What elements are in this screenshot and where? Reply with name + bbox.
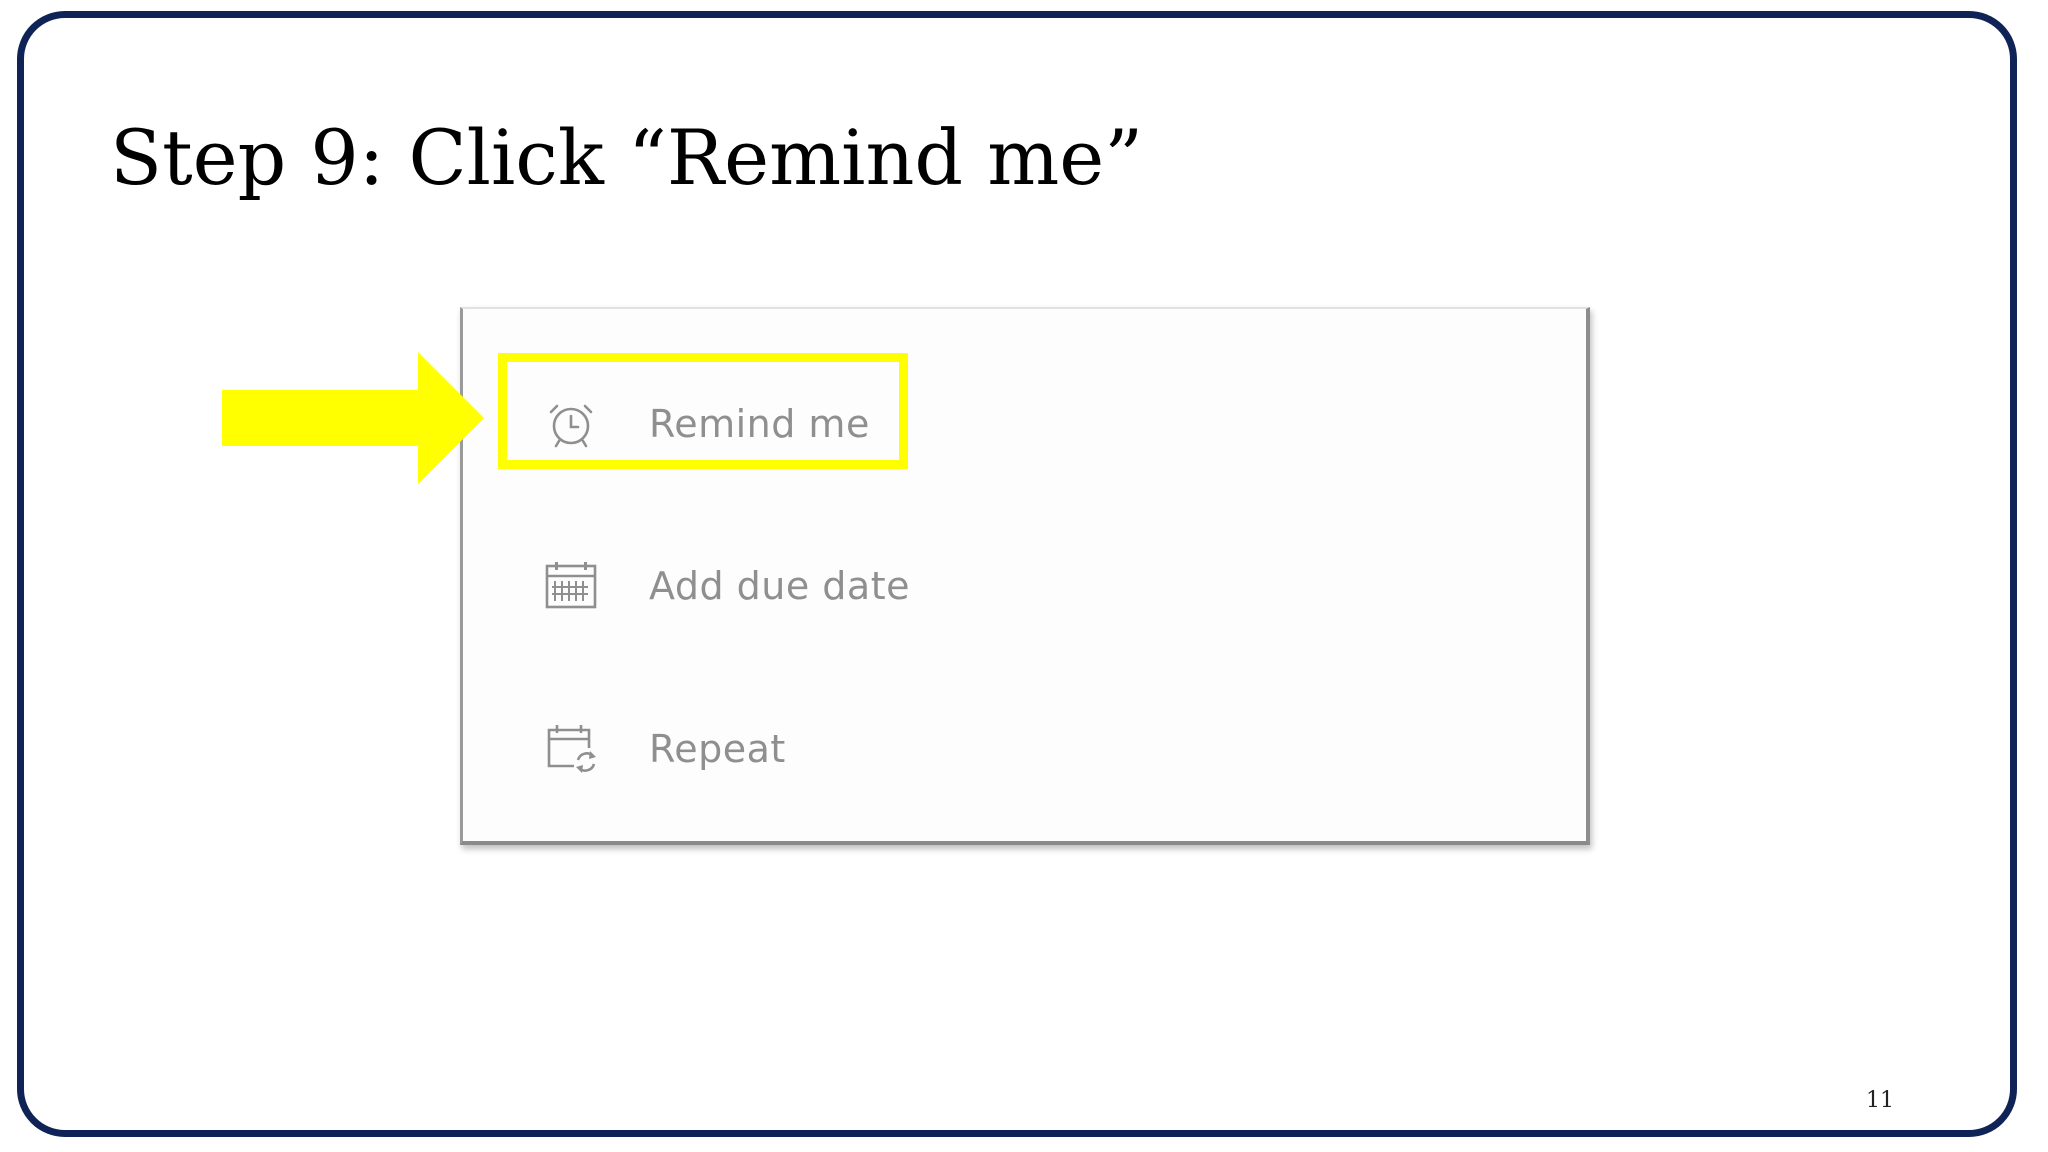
menu-item-label: Add due date <box>649 564 910 608</box>
pointer-arrow-icon <box>222 352 484 484</box>
calendar-icon <box>543 558 599 614</box>
highlight-box <box>498 353 908 469</box>
menu-item-repeat[interactable]: Repeat <box>543 714 786 784</box>
page-number: 11 <box>1866 1088 1894 1113</box>
calendar-repeat-icon <box>543 721 599 777</box>
slide-title: Step 9: Click “Remind me” <box>110 113 1144 202</box>
menu-item-label: Repeat <box>649 727 786 771</box>
menu-item-add-due-date[interactable]: Add due date <box>543 551 910 621</box>
